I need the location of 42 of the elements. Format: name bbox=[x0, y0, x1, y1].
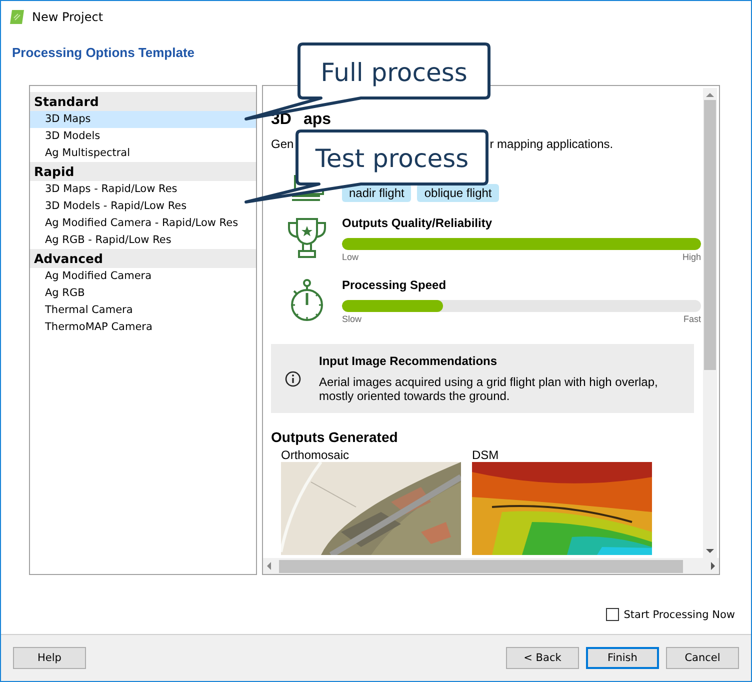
description-text: r mapping applications. bbox=[490, 137, 614, 153]
dialog-button[interactable]: < Back bbox=[506, 647, 579, 669]
recommendation-text: Aerial images acquired using a grid flight plan with high overlap, mostly oriented towards the ground. bbox=[319, 375, 659, 403]
page-heading: Processing Options Template bbox=[11, 44, 196, 62]
dialog-button[interactable]: Finish bbox=[586, 647, 659, 669]
checkbox[interactable] bbox=[606, 608, 619, 621]
dialog-button[interactable]: Cancel bbox=[666, 647, 739, 669]
template-item[interactable]: Ag RGB bbox=[30, 285, 256, 302]
meter-min-label: Low bbox=[342, 252, 359, 262]
meter-label: Processing Speed bbox=[342, 278, 448, 294]
template-item[interactable]: Thermal Camera bbox=[30, 302, 256, 319]
template-item[interactable]: Ag Modified Camera bbox=[30, 268, 256, 285]
outputs-heading: Outputs Generated bbox=[271, 429, 399, 445]
stopwatch-icon bbox=[288, 278, 324, 322]
template-item[interactable]: 3D Maps bbox=[30, 111, 256, 128]
start-processing-checkbox[interactable]: Start Processing Now bbox=[606, 608, 735, 621]
meter-min-label: Slow bbox=[342, 314, 362, 324]
template-item[interactable]: Ag RGB - Rapid/Low Res bbox=[30, 232, 256, 249]
tag: oblique flight bbox=[417, 184, 499, 202]
group-header: Standard bbox=[30, 92, 256, 111]
template-item[interactable]: Ag Multispectral bbox=[30, 145, 256, 162]
meter-max-label: High bbox=[682, 252, 701, 262]
template-item[interactable]: Ag Modified Camera - Rapid/Low Res bbox=[30, 215, 256, 232]
output-label: Orthomosaic bbox=[281, 448, 350, 462]
description-text: Gen bbox=[271, 137, 294, 153]
template-title: aps bbox=[303, 111, 332, 130]
window-title: New Project bbox=[32, 10, 104, 24]
template-item[interactable]: 3D Models - Rapid/Low Res bbox=[30, 198, 256, 215]
dialog-button[interactable]: Help bbox=[13, 647, 86, 669]
output-label: DSM bbox=[472, 448, 500, 462]
template-item[interactable]: 3D Maps - Rapid/Low Res bbox=[30, 181, 256, 198]
meter-max-label: Fast bbox=[683, 314, 701, 324]
info-icon bbox=[285, 370, 301, 386]
group-header: Advanced bbox=[30, 249, 256, 268]
template-item[interactable]: ThermoMAP Camera bbox=[30, 319, 256, 336]
template-item[interactable]: 3D Models bbox=[30, 128, 256, 145]
recommendation-title: Input Image Recommendations bbox=[319, 354, 498, 368]
app-icon bbox=[9, 8, 25, 24]
group-header: Rapid bbox=[30, 162, 256, 181]
meter-label: Outputs Quality/Reliability bbox=[342, 216, 494, 232]
horizontal-scrollbar[interactable] bbox=[263, 558, 719, 574]
vertical-scrollbar[interactable] bbox=[703, 88, 717, 558]
